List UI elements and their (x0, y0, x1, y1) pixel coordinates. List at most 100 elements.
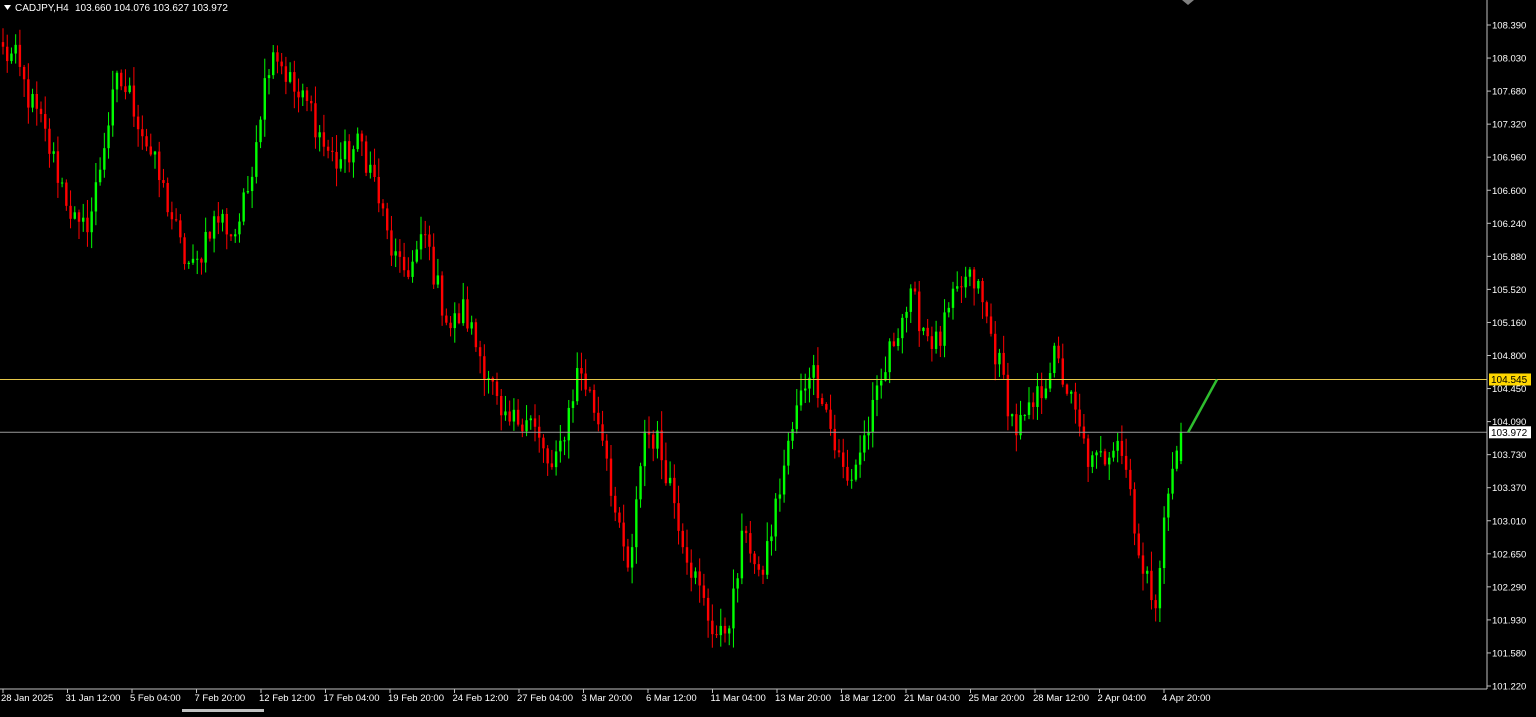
candle-body (263, 78, 266, 120)
candle-body (1070, 391, 1073, 394)
candle-body (27, 79, 30, 108)
candle-body (766, 541, 769, 575)
candle-body (947, 307, 950, 313)
candle-body (462, 299, 465, 324)
time-tick-label: 18 Mar 12:00 (840, 693, 896, 704)
candle-body (749, 533, 752, 554)
candle-body (989, 316, 993, 334)
candle-body (229, 234, 233, 237)
candle-body (103, 148, 106, 170)
candle-body (225, 213, 228, 235)
candle-body (297, 91, 300, 98)
candle-body (369, 164, 372, 173)
candle-body (208, 231, 212, 239)
candle-body (1053, 345, 1056, 374)
chart-window[interactable]: 108.390 108.030 107.680 107.320 106.960 106.6… (0, 0, 1536, 712)
candle-body (373, 164, 376, 177)
candle-body (1137, 533, 1140, 556)
candle-body (466, 299, 469, 329)
candle-body (880, 380, 883, 386)
candle-body (322, 132, 326, 147)
candle-body (711, 620, 714, 635)
candle-body (1091, 455, 1094, 467)
candle-body (360, 133, 364, 142)
candle-body (402, 256, 406, 271)
candle-body (1150, 570, 1153, 601)
candle-body (799, 390, 803, 406)
candle-body (1048, 373, 1052, 389)
candle-body (905, 311, 908, 318)
candle-body (1006, 374, 1010, 417)
candle-body (398, 251, 402, 257)
time-tick-label: 28 Mar 12:00 (1033, 693, 1089, 704)
candle-body (390, 230, 393, 256)
time-tick-label: 25 Mar 20:00 (969, 693, 1025, 704)
candle-body (183, 237, 186, 265)
candle-body (994, 333, 997, 365)
time-tick-label: 5 Feb 04:00 (130, 693, 181, 704)
candle-body (1141, 555, 1145, 574)
candle-body (82, 217, 85, 222)
candle-body (690, 562, 693, 578)
candle-body (483, 356, 486, 379)
candle-body (48, 128, 51, 154)
candle-body (500, 395, 503, 416)
candle-body (221, 213, 224, 223)
candle-body (1, 42, 5, 47)
candle-body (757, 564, 760, 570)
candle-body (212, 216, 216, 239)
candle-body (56, 151, 60, 183)
candle-body (571, 401, 575, 408)
candle-body (35, 93, 38, 109)
candle-body (196, 258, 199, 260)
candle-body (702, 585, 706, 598)
candle-body (18, 44, 22, 67)
candle-body (605, 440, 608, 459)
candle-body (673, 477, 676, 504)
candle-body (951, 288, 955, 308)
candle-body (791, 429, 794, 441)
candle-body (597, 412, 600, 425)
candle-body (787, 440, 790, 466)
candle-body (288, 72, 292, 82)
candle-body (120, 72, 123, 87)
candle-body (719, 625, 722, 636)
candle-body (310, 101, 313, 104)
candle-body (1010, 414, 1014, 417)
candle-body (736, 578, 739, 589)
time-tick-label: 28 Jan 2025 (1, 693, 53, 704)
candle-body (761, 569, 765, 575)
candle-body (52, 151, 55, 154)
candle-body (778, 494, 782, 499)
candle-body (521, 424, 524, 432)
candle-body (86, 217, 89, 233)
time-tick-label: 27 Feb 04:00 (517, 693, 573, 704)
candle-body (592, 390, 596, 413)
candle-body (22, 66, 26, 80)
candle-body (563, 440, 566, 442)
candle-body (31, 93, 34, 108)
candle-body (352, 149, 355, 163)
candle-body (939, 331, 942, 346)
candle-body (474, 322, 478, 348)
candle-body (250, 176, 254, 192)
candlestick-chart[interactable]: 108.390 108.030 107.680 107.320 106.960 106.6… (0, 0, 1536, 712)
price-tick-label: 105.880 (1492, 252, 1526, 263)
candle-body (1023, 414, 1026, 416)
candle-body (985, 302, 988, 317)
candle-body (576, 368, 579, 402)
candle-body (246, 191, 250, 193)
candle-body (1078, 409, 1081, 427)
time-tick-label: 13 Mar 20:00 (775, 693, 831, 704)
candle-body (635, 499, 638, 548)
candle-body (449, 322, 452, 329)
candle-body (698, 571, 701, 586)
candle-body (504, 411, 507, 416)
candle-body (795, 405, 798, 430)
candle-body (453, 313, 456, 329)
candle-body (516, 409, 520, 425)
candle-body (432, 246, 435, 285)
candle-body (922, 327, 925, 332)
candle-body (715, 634, 718, 636)
candle-body (356, 133, 359, 150)
